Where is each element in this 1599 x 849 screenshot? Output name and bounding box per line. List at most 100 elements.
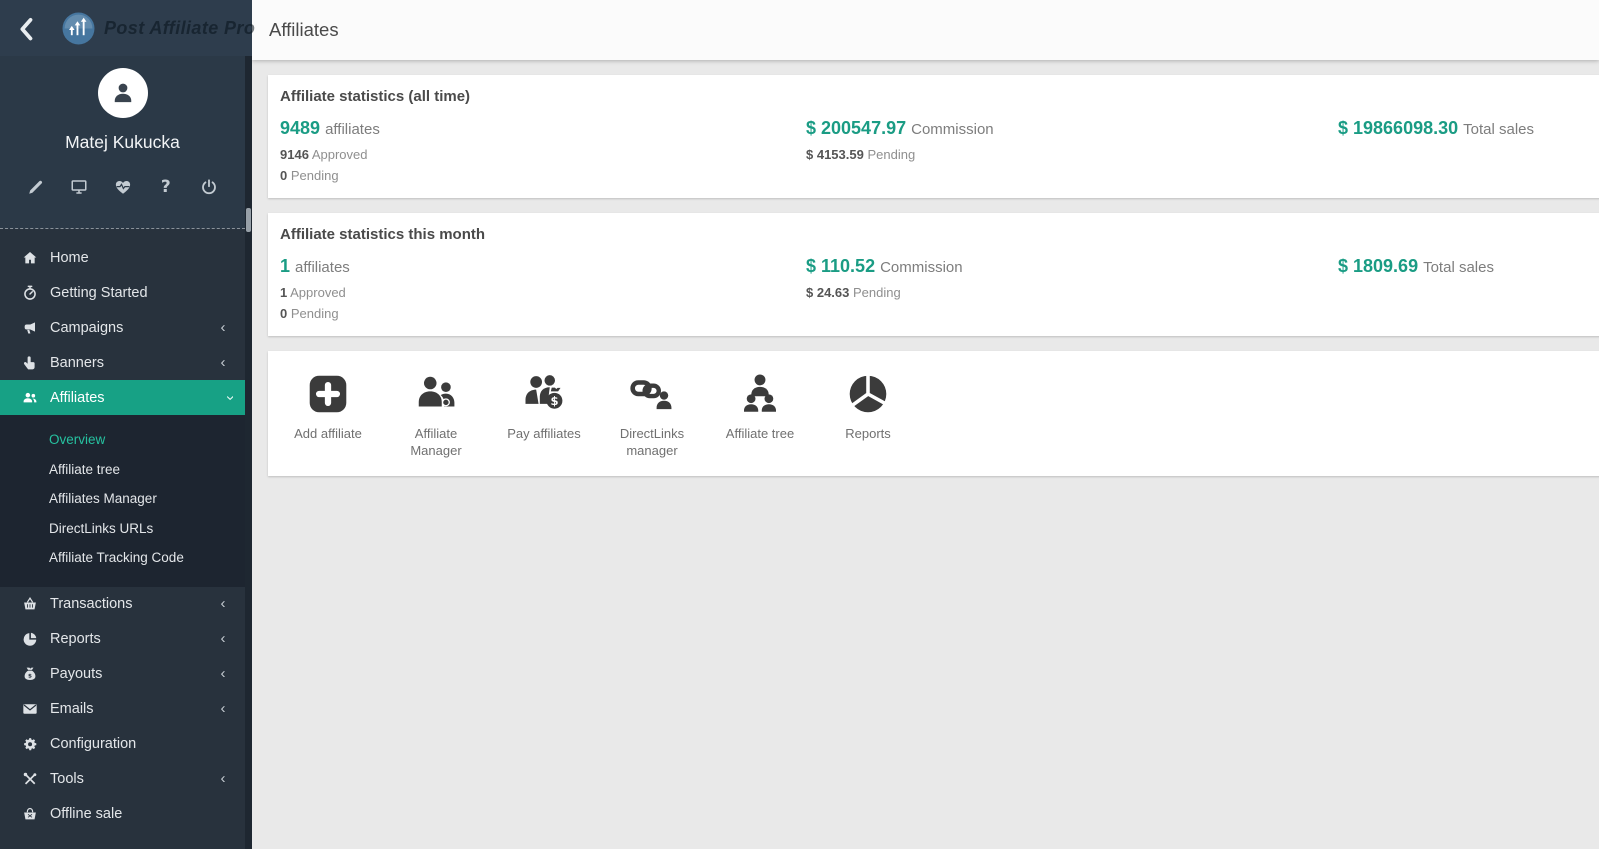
sidebar-item-label: Home	[50, 249, 89, 266]
chevron-left-icon	[218, 700, 228, 718]
stats-card-this-month: Affiliate statistics this month 1 affili…	[268, 213, 1599, 336]
sidebar: Post Affiliate Pro Matej Kukucka ? Home …	[0, 0, 255, 849]
directlinks-manager-button[interactable]: DirectLinks manager	[598, 365, 706, 460]
chevron-down-icon	[221, 393, 239, 403]
brand-name: Post Affiliate Pro	[104, 17, 256, 38]
total-sales-value: $ 19866098.30	[1338, 118, 1459, 138]
chevron-left-icon	[218, 770, 228, 788]
chevron-left-icon	[218, 665, 228, 683]
chevron-left-icon	[13, 14, 41, 42]
sidebar-item-reports[interactable]: Reports	[0, 622, 245, 657]
chevron-left-icon	[218, 630, 228, 648]
card-title: Affiliate statistics this month	[280, 226, 486, 243]
avatar[interactable]	[97, 68, 148, 118]
affiliate-panel-button[interactable]	[69, 177, 89, 197]
affiliates-column: 9489 affiliates 9146 Approved 0 Pending	[280, 118, 806, 186]
page-header: Affiliates	[252, 0, 1599, 60]
basket-icon	[22, 596, 38, 612]
submenu-item-overview[interactable]: Overview	[0, 425, 252, 455]
affiliates-count: 1	[280, 256, 291, 276]
shopping-basket-icon	[22, 806, 38, 822]
help-button[interactable]: ?	[156, 177, 176, 197]
envelope-icon	[22, 701, 38, 717]
total-sales-line: $ 1809.69 Total sales	[1338, 256, 1494, 276]
sidebar-item-label: Reports	[50, 631, 101, 647]
pie-chart-icon	[22, 631, 38, 647]
home-icon	[22, 250, 38, 266]
submenu-item-label: Overview	[49, 432, 106, 447]
total-sales-line: $ 19866098.30 Total sales	[1338, 118, 1535, 138]
card-title: Affiliate statistics (all time)	[280, 88, 471, 105]
sidebar-item-label: Offline sale	[50, 806, 123, 822]
sidebar-item-label: Emails	[50, 701, 94, 717]
user-profile: Matej Kukucka ?	[0, 56, 245, 229]
sidebar-menu: Home Getting Started Campaigns Banners A…	[0, 229, 252, 832]
submenu-item-affiliates-manager[interactable]: Affiliates Manager	[0, 484, 252, 514]
sidebar-item-label: Campaigns	[50, 319, 124, 336]
submenu-item-directlinks-urls[interactable]: DirectLinks URLs	[0, 514, 252, 544]
submenu-item-affiliate-tree[interactable]: Affiliate tree	[0, 455, 252, 485]
edit-profile-button[interactable]	[26, 177, 46, 197]
submenu-item-label: Affiliate Tracking Code	[49, 550, 184, 565]
sidebar-item-label: Configuration	[50, 736, 137, 752]
action-label: Affiliate tree	[725, 426, 795, 441]
commission-line: $ 200547.97 Commission	[806, 118, 994, 138]
sidebar-item-emails[interactable]: Emails	[0, 692, 245, 727]
commission-column: $ 200547.97 Commission $ 4153.59 Pending	[806, 118, 1338, 186]
user-icon	[108, 78, 138, 108]
sidebar-item-transactions[interactable]: Transactions	[0, 587, 245, 622]
power-icon	[200, 178, 218, 196]
affiliates-column: 1 affiliates 1 Approved 0 Pending	[280, 256, 806, 324]
logout-button[interactable]	[199, 177, 219, 197]
sidebar-item-configuration[interactable]: Configuration	[0, 727, 245, 762]
sidebar-scrollbar-thumb[interactable]	[246, 208, 251, 232]
affiliates-count-line: 1 affiliates	[280, 256, 350, 276]
sidebar-item-label: Tools	[50, 771, 84, 787]
affiliates-count: 9489	[280, 118, 321, 138]
sidebar-item-payouts[interactable]: Payouts	[0, 657, 245, 692]
system-health-button[interactable]	[113, 177, 133, 197]
total-sales-value: $ 1809.69	[1338, 256, 1419, 276]
sidebar-item-getting-started[interactable]: Getting Started	[0, 275, 245, 310]
action-label: Add affiliate	[294, 426, 362, 441]
pending-line: 0 Pending	[280, 168, 339, 183]
app-logo-icon	[62, 12, 95, 45]
affiliate-manager-button[interactable]: Affiliate Manager	[382, 365, 490, 460]
sidebar-item-label: Getting Started	[50, 284, 148, 301]
pending-line: 0 Pending	[280, 306, 339, 321]
sidebar-item-offline-sale[interactable]: Offline sale	[0, 797, 245, 832]
sidebar-item-home[interactable]: Home	[0, 240, 245, 275]
monitor-icon	[70, 178, 88, 196]
commission-pending-line: $ 4153.59 Pending	[806, 147, 916, 162]
commission-value: $ 200547.97	[806, 118, 907, 138]
brand[interactable]: Post Affiliate Pro	[62, 12, 255, 45]
sidebar-scrollbar[interactable]	[245, 56, 252, 849]
back-button[interactable]	[13, 14, 41, 42]
stopwatch-icon	[22, 285, 38, 301]
chevron-left-icon	[218, 354, 228, 372]
sidebar-item-campaigns[interactable]: Campaigns	[0, 310, 245, 345]
commission-line: $ 110.52 Commission	[806, 256, 963, 276]
hand-pointer-icon	[22, 355, 38, 371]
pay-affiliates-button[interactable]: Pay affiliates	[490, 365, 598, 460]
heartbeat-icon	[114, 178, 132, 196]
sidebar-item-affiliates[interactable]: Affiliates	[0, 380, 252, 415]
add-affiliate-button[interactable]: Add affiliate	[274, 365, 382, 460]
profile-toolbar: ?	[0, 177, 245, 197]
action-label: DirectLinks manager	[619, 426, 685, 458]
chevron-left-icon	[218, 319, 228, 337]
user-name: Matej Kukucka	[65, 132, 180, 152]
submenu-item-label: Affiliates Manager	[49, 491, 157, 506]
commission-value: $ 110.52	[806, 256, 876, 276]
sidebar-item-tools[interactable]: Tools	[0, 762, 245, 797]
affiliates-count-line: 9489 affiliates	[280, 118, 380, 138]
sidebar-item-banners[interactable]: Banners	[0, 345, 245, 380]
affiliate-manager-icon	[413, 371, 459, 417]
add-affiliate-icon	[305, 371, 351, 417]
directlinks-manager-icon	[629, 371, 675, 417]
affiliate-tree-button[interactable]: Affiliate tree	[706, 365, 814, 460]
reports-button[interactable]: Reports	[814, 365, 922, 460]
submenu-item-affiliate-tracking-code[interactable]: Affiliate Tracking Code	[0, 543, 252, 573]
stats-card-all-time: Affiliate statistics (all time) 9489 aff…	[268, 75, 1599, 198]
quick-actions-card: Add affiliate Affiliate Manager Pay affi…	[268, 351, 1599, 476]
